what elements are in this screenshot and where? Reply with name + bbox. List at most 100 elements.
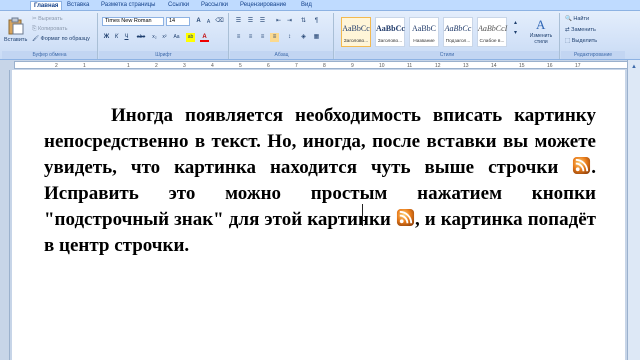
align-right-icon[interactable]: ≡ (258, 33, 267, 42)
select-button[interactable]: ⬚ Выделить (565, 38, 597, 45)
paragraph-group: ☰ ☰ ☰ ⇤ ⇥ ⇅ ¶ ≡ ≡ ≡ ≡ ↕ ◈ ▦ Абзац (230, 13, 334, 59)
shrink-font-button[interactable]: A (204, 18, 213, 27)
text-part-1: Иногда появляется необходимость вписать … (44, 105, 596, 178)
superscript-button[interactable]: x² (160, 33, 169, 42)
styles-group: AaBbCc Заголово... AaBbCc Заголово... Aa… (335, 13, 560, 59)
ruler-number: 4 (211, 63, 214, 69)
style-title[interactable]: AaBbC Название (409, 17, 439, 47)
clear-format-icon[interactable]: ⌫ (215, 17, 224, 26)
word-window: Главная Вставка Разметка страницы Ссылки… (0, 0, 640, 360)
multilevel-list-icon[interactable]: ☰ (258, 17, 267, 26)
ruler-number: 14 (491, 63, 497, 69)
grow-font-button[interactable]: A (194, 17, 203, 26)
justify-icon[interactable]: ≡ (270, 33, 279, 42)
style-subtitle[interactable]: AaBbCc Подзагол... (443, 17, 473, 47)
ruler-number: 1 (127, 63, 130, 69)
copy-button[interactable]: ⎘ Копировать (32, 26, 68, 33)
font-size-select[interactable]: 14 (166, 17, 190, 26)
paste-icon (8, 17, 24, 35)
rss-feed-icon[interactable] (572, 156, 591, 175)
replace-label: Заменить (571, 27, 596, 33)
bold-button[interactable]: Ж (102, 33, 111, 42)
select-label: Выделить (571, 38, 598, 44)
tab-references[interactable]: Ссылки (165, 1, 192, 10)
paste-button[interactable]: Вставить (4, 15, 28, 49)
format-painter-button[interactable]: 🖌 Формат по образцу (32, 36, 90, 43)
editing-group: 🔍 Найти ⇄ Заменить ⬚ Выделить Редактиров… (561, 13, 625, 59)
style-name: Слабое в... (479, 39, 505, 44)
tab-home[interactable]: Главная (30, 1, 63, 10)
show-marks-button[interactable]: ¶ (312, 17, 321, 26)
style-name: Название (413, 39, 435, 44)
highlight-button[interactable]: ab (186, 33, 195, 42)
style-subtle-emphasis[interactable]: AaBbCcI Слабое в... (477, 17, 507, 47)
change-case-button[interactable]: Aa (172, 33, 181, 42)
decrease-indent-icon[interactable]: ⇤ (274, 17, 283, 26)
tab-view[interactable]: Вид (298, 1, 315, 10)
ruler-number: 6 (267, 63, 270, 69)
ruler-number: 7 (295, 63, 298, 69)
borders-icon[interactable]: ▦ (312, 33, 321, 42)
font-caption: Шрифт (99, 51, 228, 59)
find-button[interactable]: 🔍 Найти (565, 16, 589, 23)
align-left-icon[interactable]: ≡ (234, 33, 243, 42)
ruler-number: 11 (407, 63, 413, 69)
styles-scroll-up-icon[interactable]: ▴ (511, 19, 520, 28)
style-sample: AaBbCcI (478, 24, 508, 33)
clipboard-caption: Буфер обмена (2, 51, 97, 59)
ruler-number: 5 (239, 63, 242, 69)
italic-button[interactable]: К (112, 33, 121, 42)
sort-icon[interactable]: ⇅ (299, 17, 308, 26)
clipboard-group: Вставить ✂ Вырезать ⎘ Копировать 🖌 Форма… (2, 13, 98, 59)
change-styles-button[interactable]: A Изменить стили (525, 16, 557, 50)
cut-button[interactable]: ✂ Вырезать (32, 16, 63, 23)
ruler-number: 2 (155, 63, 158, 69)
vertical-scrollbar[interactable]: ▲ (627, 60, 640, 360)
numbering-icon[interactable]: ☰ (246, 17, 255, 26)
ruler-number: 15 (519, 63, 525, 69)
tab-page-layout[interactable]: Разметка страницы (98, 1, 158, 10)
style-heading-2[interactable]: AaBbCc Заголово... (375, 17, 405, 47)
svg-text:A: A (536, 17, 546, 31)
shading-icon[interactable]: ◈ (299, 33, 308, 42)
ruler-track: 2 1 1 2 3 4 5 6 7 8 9 10 11 12 13 14 15 16 17 (14, 61, 628, 69)
underline-button[interactable]: Ч (122, 33, 131, 42)
ruler-number: 10 (379, 63, 385, 69)
ruler-number: 16 (547, 63, 553, 69)
format-painter-label: Формат по образцу (40, 36, 90, 42)
tab-review[interactable]: Рецензирование (237, 1, 289, 10)
increase-indent-icon[interactable]: ⇥ (285, 17, 294, 26)
ribbon: Вставить ✂ Вырезать ⎘ Копировать 🖌 Форма… (0, 10, 640, 60)
style-heading-1[interactable]: AaBbCc Заголово... (341, 17, 371, 47)
align-center-icon[interactable]: ≡ (246, 33, 255, 42)
vertical-ruler[interactable] (0, 70, 10, 360)
i-beam-cursor (362, 204, 363, 226)
horizontal-ruler[interactable]: 2 1 1 2 3 4 5 6 7 8 9 10 11 12 13 14 15 16 17 (0, 60, 640, 70)
font-color-button[interactable]: A (200, 33, 209, 42)
ruler-number: 9 (351, 63, 354, 69)
paste-label: Вставить (4, 37, 28, 43)
ruler-number: 2 (55, 63, 58, 69)
tab-mailings[interactable]: Рассылки (198, 1, 231, 10)
rss-feed-icon[interactable] (396, 208, 415, 227)
subscript-button[interactable]: x₂ (150, 33, 159, 42)
editing-caption: Редактирование (561, 51, 625, 59)
document-page[interactable]: Иногда появляется необходимость вписать … (12, 70, 625, 360)
document-paragraph[interactable]: Иногда появляется необходимость вписать … (44, 103, 596, 259)
replace-button[interactable]: ⇄ Заменить (565, 27, 596, 34)
paragraph-caption: Абзац (230, 51, 333, 59)
font-name-select[interactable]: Times New Roman (102, 17, 164, 26)
style-sample: AaBbCc (376, 24, 405, 33)
ruler-number: 12 (435, 63, 441, 69)
tab-insert[interactable]: Вставка (64, 1, 92, 10)
bullets-icon[interactable]: ☰ (234, 17, 243, 26)
ruler-number: 13 (463, 63, 469, 69)
line-spacing-icon[interactable]: ↕ (285, 33, 294, 42)
strikethrough-button[interactable]: abe (134, 33, 148, 42)
styles-scroll-down-icon[interactable]: ▾ (511, 29, 520, 38)
style-name: Заголово... (377, 39, 403, 44)
style-name: Заголово... (343, 39, 369, 44)
styles-caption: Стили (335, 51, 559, 59)
scroll-up-icon[interactable]: ▲ (631, 64, 637, 70)
cut-label: Вырезать (38, 16, 63, 22)
